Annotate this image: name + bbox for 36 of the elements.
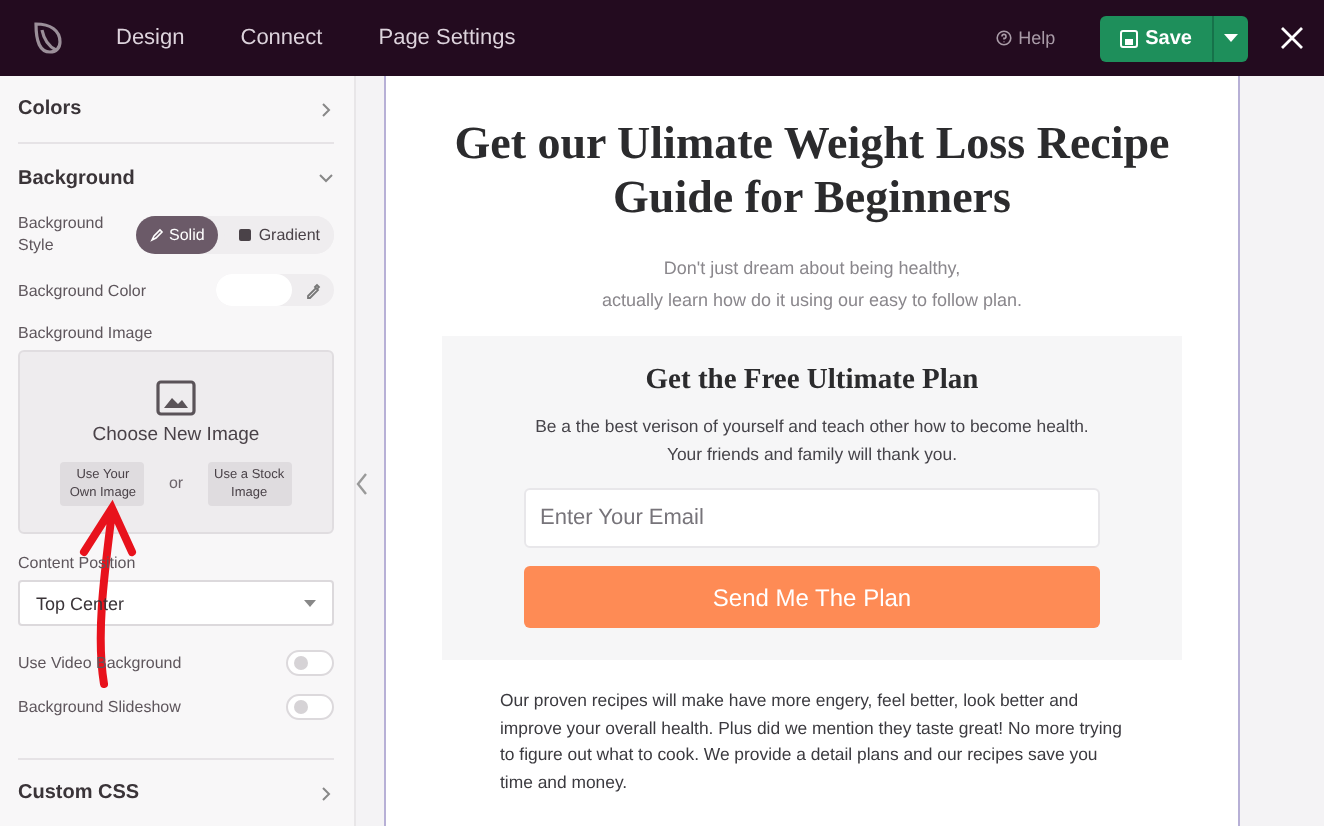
leaf-logo-icon[interactable] — [28, 18, 68, 58]
toggle-switch[interactable] — [286, 650, 334, 676]
section-header[interactable]: Colors — [18, 76, 334, 144]
close-icon[interactable] — [1280, 26, 1304, 50]
help-icon — [996, 30, 1013, 46]
square-icon — [238, 227, 253, 241]
caret-icon — [304, 599, 316, 607]
nav-tab[interactable]: Connect — [240, 26, 323, 50]
toggle-switch[interactable] — [286, 694, 334, 720]
email-input[interactable]: Enter Your Email — [524, 488, 1100, 548]
picker-title: Choose New Image — [92, 423, 260, 445]
save-icon — [1119, 29, 1138, 47]
or-text: or — [168, 474, 184, 492]
dropdown-caret-button[interactable] — [1212, 15, 1248, 61]
nav-tab[interactable]: Design — [116, 26, 185, 50]
field-label: Background Image — [18, 324, 155, 342]
card-title: Get the Free Ultimate Plan — [645, 364, 979, 398]
toggle-label: Background Slideshow — [18, 698, 181, 716]
headline: Get our Ulimate Weight Loss Recipe Guide for Beginners — [452, 116, 1172, 224]
style-option[interactable]: Solid — [135, 215, 219, 253]
save-button[interactable]: Save — [1099, 15, 1212, 61]
nav-tab[interactable]: Page Settings — [378, 26, 516, 50]
subtitle-line: actually learn how do it using our easy to follow plan. — [601, 288, 1023, 314]
help-link[interactable]: Help — [984, 26, 1068, 50]
card-text: Be a the best verison of yourself and teach other how to become health. Your friends and family will thank you. — [533, 414, 1091, 468]
caret-icon — [1224, 34, 1238, 42]
eyedropper-icon[interactable] — [304, 281, 322, 299]
collapse-chevron-icon[interactable] — [354, 472, 370, 496]
pencil-icon — [149, 227, 164, 241]
body-paragraph: Our proven recipes will make have more engery, feel better, look better and improve your overall health. Plus did we mention they taste great! No more trying to figure out what to cook. We provide a detail plans and our recipes save you time and money. — [500, 688, 1124, 796]
field-label: Background Style — [18, 212, 106, 256]
field-label: Background Color — [18, 281, 147, 299]
subtitle-line: Don't just dream about being healthy, — [661, 256, 963, 282]
section-header[interactable]: Custom CSS — [18, 758, 334, 826]
image-icon — [156, 379, 196, 415]
section-header[interactable]: Background — [18, 144, 334, 212]
